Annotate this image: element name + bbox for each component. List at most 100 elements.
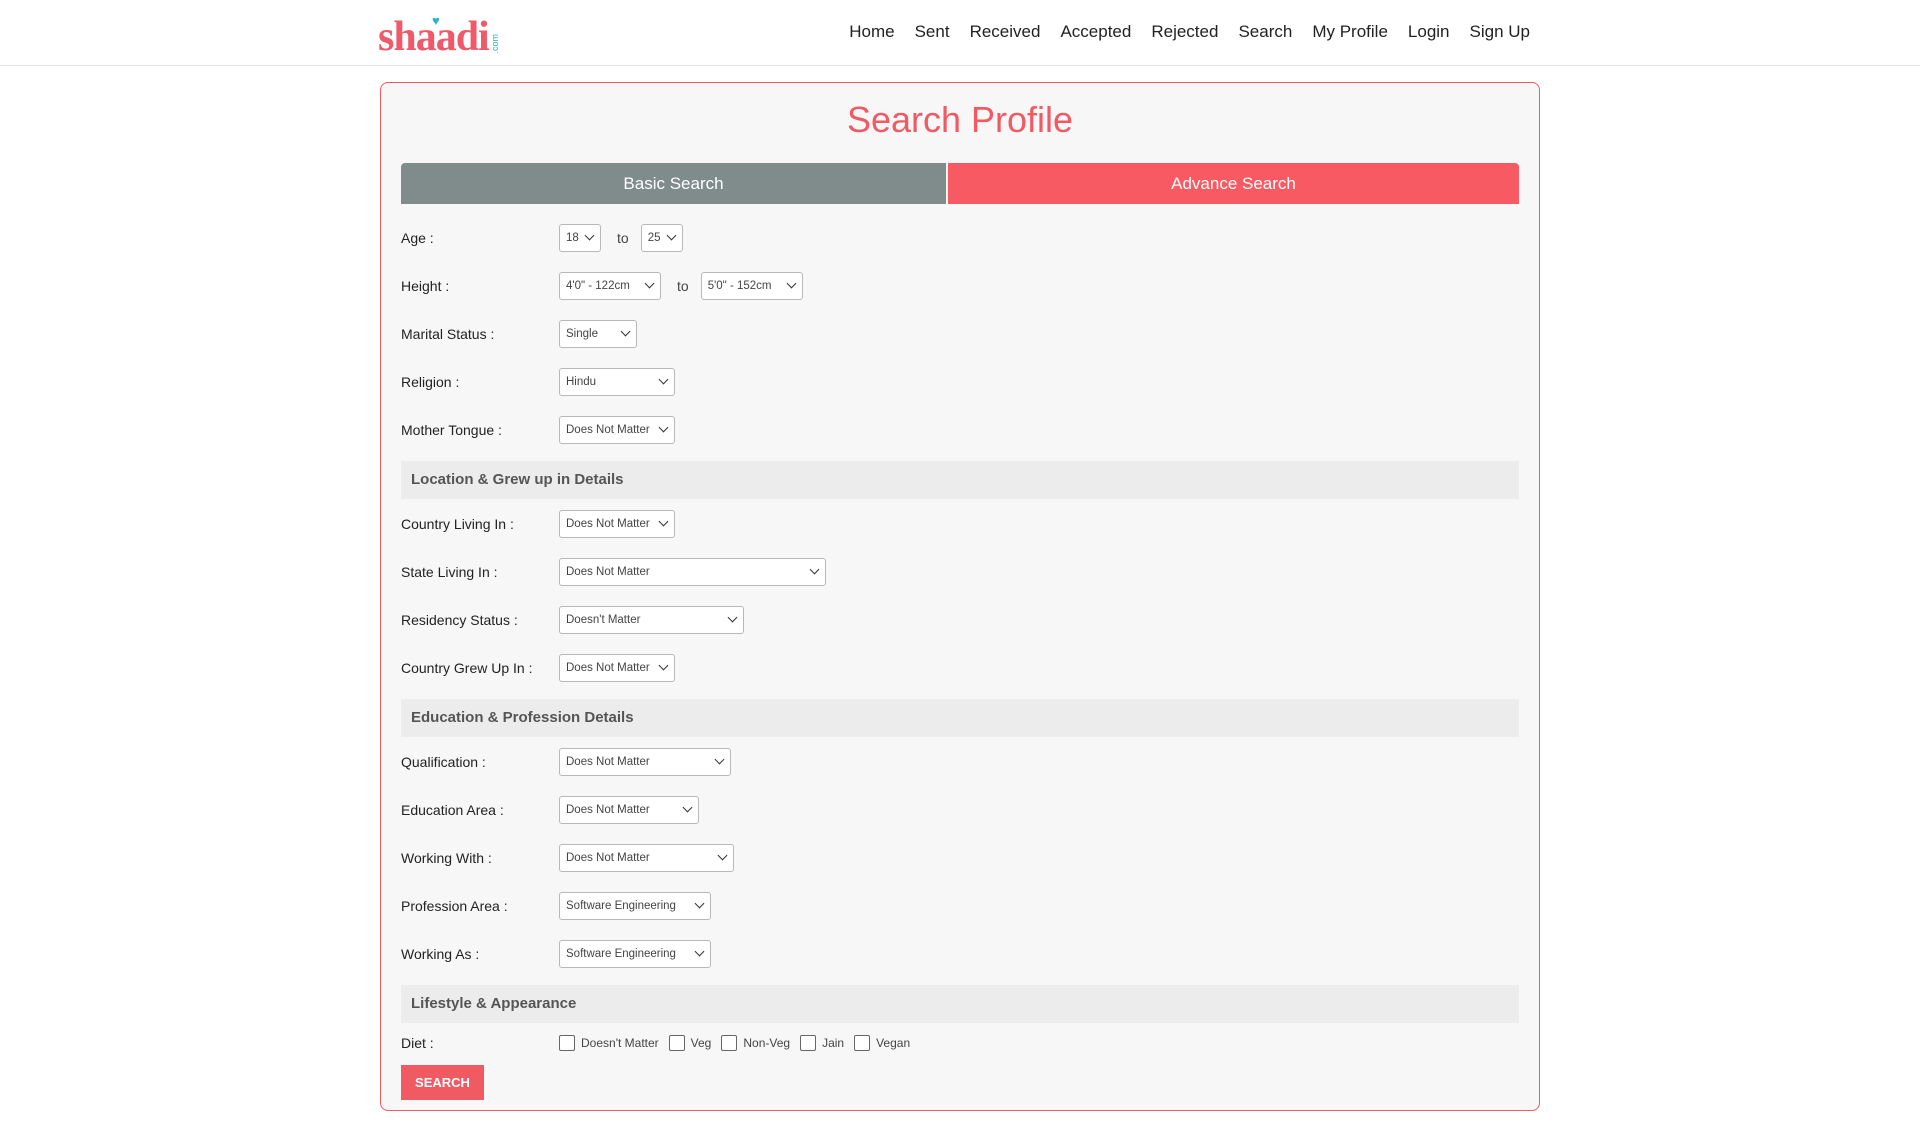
country-grew-value: Does Not Matter xyxy=(566,662,650,674)
qualification-row: Qualification : Does Not Matter xyxy=(401,748,731,776)
diet-options: Doesn't Matter Veg Non-Veg Jain Vegan xyxy=(559,1035,920,1051)
state-living-select[interactable]: Does Not Matter xyxy=(559,558,826,586)
chevron-down-icon xyxy=(620,326,631,337)
diet-doesnt-matter-checkbox[interactable] xyxy=(559,1035,575,1051)
country-living-select[interactable]: Does Not Matter xyxy=(559,510,675,538)
diet-doesnt-matter-label: Doesn't Matter xyxy=(581,1036,659,1050)
profession-area-row: Profession Area : Software Engineering xyxy=(401,892,711,920)
chevron-down-icon xyxy=(658,516,669,527)
age-label: Age : xyxy=(401,230,434,246)
page-title: Search Profile xyxy=(846,99,1074,140)
nav-rejected[interactable]: Rejected xyxy=(1151,22,1218,42)
chevron-down-icon xyxy=(658,374,669,385)
heart-icon: ♥ xyxy=(432,13,440,28)
search-profile-panel: Search Profile Basic Search Advance Sear… xyxy=(380,82,1540,1111)
marital-status-select[interactable]: Single xyxy=(559,320,637,348)
search-tabs: Basic Search Advance Search xyxy=(401,163,1519,204)
diet-vegan-checkbox[interactable] xyxy=(854,1035,871,1051)
search-button[interactable]: SEARCH xyxy=(401,1065,484,1100)
mother-tongue-value: Does Not Matter xyxy=(566,424,650,436)
height-from-value: 4'0" - 122cm xyxy=(566,280,630,292)
logo-suffix: .com xyxy=(489,34,500,54)
nav-sign-up[interactable]: Sign Up xyxy=(1470,22,1530,42)
main-nav: Home Sent Received Accepted Rejected Sea… xyxy=(829,22,1530,42)
tab-advance-search[interactable]: Advance Search xyxy=(948,163,1519,204)
age-to-select[interactable]: 25 xyxy=(640,224,683,252)
height-row: Height : 4'0" - 122cm to 5'0" - 152cm xyxy=(401,272,803,300)
country-living-value: Does Not Matter xyxy=(566,518,650,530)
nav-received[interactable]: Received xyxy=(970,22,1041,42)
chevron-down-icon xyxy=(682,802,693,813)
diet-jain-label: Jain xyxy=(822,1036,845,1050)
country-grew-select[interactable]: Does Not Matter xyxy=(559,654,675,682)
profession-area-select[interactable]: Software Engineering xyxy=(559,892,711,920)
working-with-select[interactable]: Does Not Matter xyxy=(559,844,734,872)
mother-tongue-row: Mother Tongue : Does Not Matter xyxy=(401,416,675,444)
working-with-label: Working With : xyxy=(401,850,492,866)
age-from-select[interactable]: 18 xyxy=(559,224,601,252)
state-living-label: State Living In : xyxy=(401,564,498,580)
qualification-select[interactable]: Does Not Matter xyxy=(559,748,731,776)
religion-select[interactable]: Hindu xyxy=(559,368,675,396)
height-to-select[interactable]: 5'0" - 152cm xyxy=(700,272,803,300)
age-row: Age : 18 to 25 xyxy=(401,224,683,252)
residency-select[interactable]: Doesn't Matter xyxy=(559,606,744,634)
country-grew-label: Country Grew Up In : xyxy=(401,660,533,676)
chevron-down-icon xyxy=(694,898,705,909)
nav-my-profile[interactable]: My Profile xyxy=(1312,22,1388,42)
working-as-value: Software Engineering xyxy=(566,948,676,960)
chevron-down-icon xyxy=(809,564,820,575)
diet-jain-checkbox[interactable] xyxy=(800,1035,817,1051)
diet-veg-checkbox[interactable] xyxy=(668,1035,685,1051)
profession-area-value: Software Engineering xyxy=(566,900,676,912)
education-area-value: Does Not Matter xyxy=(566,804,650,816)
working-with-row: Working With : Does Not Matter xyxy=(401,844,734,872)
tab-basic-search[interactable]: Basic Search xyxy=(401,163,946,204)
working-as-select[interactable]: Software Engineering xyxy=(559,940,711,968)
country-living-row: Country Living In : Does Not Matter xyxy=(401,510,675,538)
chevron-down-icon xyxy=(714,754,725,765)
country-grew-row: Country Grew Up In : Does Not Matter xyxy=(401,654,675,682)
country-living-label: Country Living In : xyxy=(401,516,514,532)
religion-value: Hindu xyxy=(566,376,597,388)
shaadi-logo[interactable]: shaadi .com ♥ xyxy=(378,8,500,58)
nav-home[interactable]: Home xyxy=(849,22,894,42)
education-area-select[interactable]: Does Not Matter xyxy=(559,796,699,824)
profession-area-label: Profession Area : xyxy=(401,898,508,914)
working-with-value: Does Not Matter xyxy=(566,852,650,864)
mother-tongue-select[interactable]: Does Not Matter xyxy=(559,416,675,444)
diet-non-veg-checkbox[interactable] xyxy=(721,1035,738,1051)
nav-sent[interactable]: Sent xyxy=(915,22,950,42)
diet-label: Diet : xyxy=(401,1035,434,1051)
diet-row: Diet : Doesn't Matter Veg Non-Veg Jain V… xyxy=(401,1029,920,1057)
residency-value: Doesn't Matter xyxy=(566,614,641,626)
chevron-down-icon xyxy=(786,278,797,289)
residency-row: Residency Status : Doesn't Matter xyxy=(401,606,744,634)
religion-label: Religion : xyxy=(401,374,460,390)
education-area-label: Education Area : xyxy=(401,802,504,818)
marital-status-label: Marital Status : xyxy=(401,326,495,342)
chevron-down-icon xyxy=(584,230,595,241)
mother-tongue-label: Mother Tongue : xyxy=(401,422,502,438)
nav-search[interactable]: Search xyxy=(1238,22,1292,42)
education-area-row: Education Area : Does Not Matter xyxy=(401,796,699,824)
top-navbar: shaadi .com ♥ Home Sent Received Accepte… xyxy=(0,0,1920,66)
state-living-row: State Living In : Does Not Matter xyxy=(401,558,826,586)
height-from-select[interactable]: 4'0" - 122cm xyxy=(559,272,661,300)
nav-accepted[interactable]: Accepted xyxy=(1060,22,1131,42)
marital-status-value: Single xyxy=(566,328,598,340)
height-to-label: to xyxy=(677,278,689,294)
chevron-down-icon xyxy=(717,850,728,861)
age-to-value: 25 xyxy=(647,232,661,244)
chevron-down-icon xyxy=(658,660,669,671)
nav-login[interactable]: Login xyxy=(1408,22,1450,42)
marital-status-row: Marital Status : Single xyxy=(401,320,637,348)
section-education: Education & Profession Details xyxy=(401,699,1519,737)
qualification-label: Qualification : xyxy=(401,754,486,770)
chevron-down-icon xyxy=(694,946,705,957)
chevron-down-icon xyxy=(658,422,669,433)
height-to-value: 5'0" - 152cm xyxy=(707,280,772,292)
qualification-value: Does Not Matter xyxy=(566,756,650,768)
section-lifestyle: Lifestyle & Appearance xyxy=(401,985,1519,1023)
age-to-label: to xyxy=(617,230,629,246)
